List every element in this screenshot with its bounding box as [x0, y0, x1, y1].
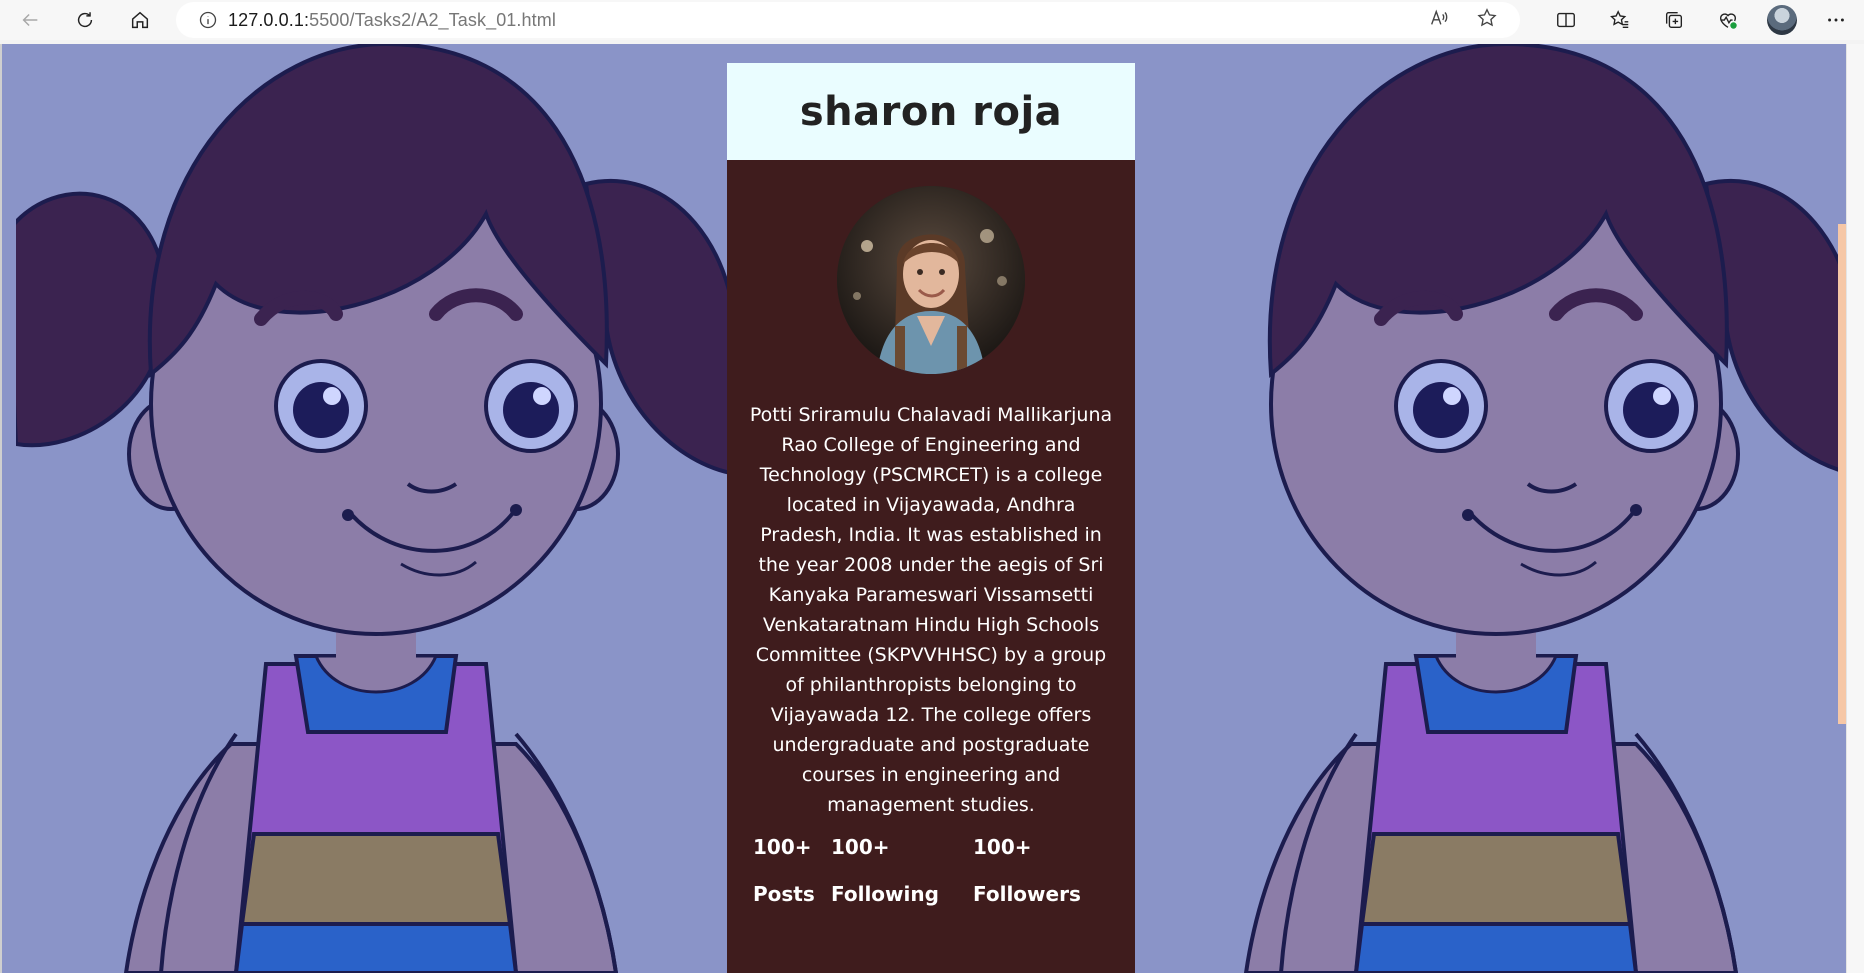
stat-posts-label: Posts: [753, 882, 815, 906]
profile-header: sharon roja: [727, 63, 1135, 160]
stat-following[interactable]: 100+ Following: [831, 835, 939, 906]
stat-followers-value: 100+: [973, 835, 1032, 859]
favorites-icon[interactable]: [1602, 0, 1638, 40]
back-icon[interactable]: [10, 0, 50, 40]
page-scrollbar[interactable]: [1846, 44, 1864, 973]
favorite-star-icon[interactable]: [1476, 7, 1498, 33]
stat-posts-value: 100+: [753, 835, 812, 859]
refresh-icon[interactable]: [65, 0, 105, 40]
info-icon[interactable]: [188, 10, 228, 30]
home-icon[interactable]: [120, 0, 160, 40]
profile-bio: Potti Sriramulu Chalavadi Mallikarjuna R…: [749, 404, 1113, 816]
profile-name: sharon roja: [799, 88, 1063, 135]
cartoon-girl-illustration: [16, 44, 736, 973]
browser-essentials-icon[interactable]: [1710, 0, 1746, 40]
url-text: 127.0.0.1:5500/Tasks2/A2_Task_01.html: [228, 10, 556, 31]
cartoon-girl-illustration-right: [1243, 44, 1846, 973]
profile-avatar[interactable]: [1764, 0, 1800, 40]
stat-following-label: Following: [831, 882, 939, 906]
url-path: 5500/Tasks2/A2_Task_01.html: [309, 9, 556, 30]
address-bar[interactable]: 127.0.0.1:5500/Tasks2/A2_Task_01.html: [176, 2, 1520, 38]
stat-posts[interactable]: 100+ Posts: [753, 835, 815, 906]
profile-stats: 100+ Posts 100+ Following 100+ Followers: [753, 835, 1113, 945]
profile-photo: [837, 186, 1025, 374]
collections-icon[interactable]: [1656, 0, 1692, 40]
profile-card: sharon roja Potti Sriramulu Chalavadi Ma…: [727, 63, 1135, 973]
more-icon[interactable]: [1818, 0, 1854, 40]
read-aloud-icon[interactable]: [1428, 7, 1450, 33]
url-host: 127.0.0.1:: [228, 9, 310, 30]
stat-followers[interactable]: 100+ Followers: [973, 835, 1081, 906]
stat-followers-label: Followers: [973, 882, 1081, 906]
stat-following-value: 100+: [831, 835, 890, 859]
split-screen-icon[interactable]: [1548, 0, 1584, 40]
browser-toolbar: 127.0.0.1:5500/Tasks2/A2_Task_01.html: [0, 0, 1864, 40]
background-image-edge: [1838, 224, 1846, 724]
